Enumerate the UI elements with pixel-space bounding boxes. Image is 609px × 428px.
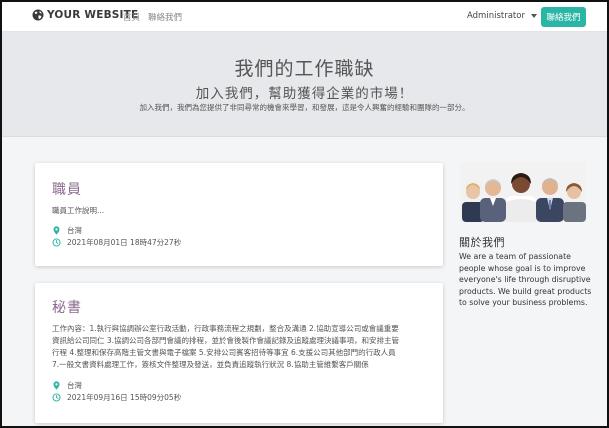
about-text: We are a team of passionate people whose…: [459, 252, 592, 307]
job-title[interactable]: 職員: [52, 179, 82, 199]
clock-icon: [52, 238, 61, 247]
job-title[interactable]: 秘書: [52, 297, 82, 317]
job-location-text: 台灣: [67, 226, 82, 235]
page-subtitle: 加入我們，幫助獲得企業的市場！: [195, 86, 414, 102]
job-description: 職員工作說明...: [52, 206, 105, 215]
page-description: 加入我們，我們為您提供了非同尋常的機會來學習，和發展，這是令人興奮的經驗和團隊的…: [139, 103, 470, 112]
chevron-down-icon: [530, 14, 537, 18]
job-datetime-text: 2021年08月01日 18時47分27秒: [67, 238, 182, 247]
nav-home-link[interactable]: 首頁: [123, 11, 140, 23]
map-marker-icon: [53, 381, 60, 390]
job-card[interactable]: 職員 職員工作說明... 台灣 2021年08月01日 18時47分27秒: [35, 163, 443, 266]
user-menu[interactable]: Administrator: [467, 11, 537, 21]
job-location-text: 台灣: [67, 381, 82, 390]
job-datetime: 2021年08月01日 18時47分27秒: [52, 237, 181, 248]
map-marker-icon: [53, 226, 60, 235]
user-name: Administrator: [467, 11, 525, 21]
about-title: 關於我們: [459, 236, 505, 249]
job-datetime-text: 2021年09月16日 15時09分05秒: [67, 393, 182, 402]
nav-contact-link[interactable]: 聯絡我們: [148, 11, 182, 23]
contact-us-button[interactable]: 聯絡我們: [541, 7, 586, 27]
clock-icon: [52, 393, 61, 402]
browser-viewport: YOUR WEBSITE 首頁 聯絡我們 Administrator 聯絡我們 …: [0, 0, 609, 428]
job-location: 台灣: [52, 380, 82, 391]
job-card[interactable]: 秘書 工作內容：1.執行與協調辦公室行政活動，行政事務流程之規劃，整合及溝通 2…: [35, 283, 443, 423]
globe-icon: [32, 9, 44, 21]
navbar: YOUR WEBSITE 首頁 聯絡我們 Administrator 聯絡我們: [2, 2, 607, 32]
job-datetime: 2021年09月16日 15時09分05秒: [52, 392, 181, 403]
job-location: 台灣: [52, 225, 82, 236]
team-photo: [460, 162, 586, 222]
hero-banner: 我們的工作職缺 加入我們，幫助獲得企業的市場！ 加入我們，我們為您提供了非同尋常…: [2, 32, 607, 137]
job-description: 工作內容：1.執行與協調辦公室行政活動，行政事務流程之規劃，整合及溝通 2.協助…: [52, 324, 400, 369]
page-title: 我們的工作職缺: [234, 58, 375, 80]
